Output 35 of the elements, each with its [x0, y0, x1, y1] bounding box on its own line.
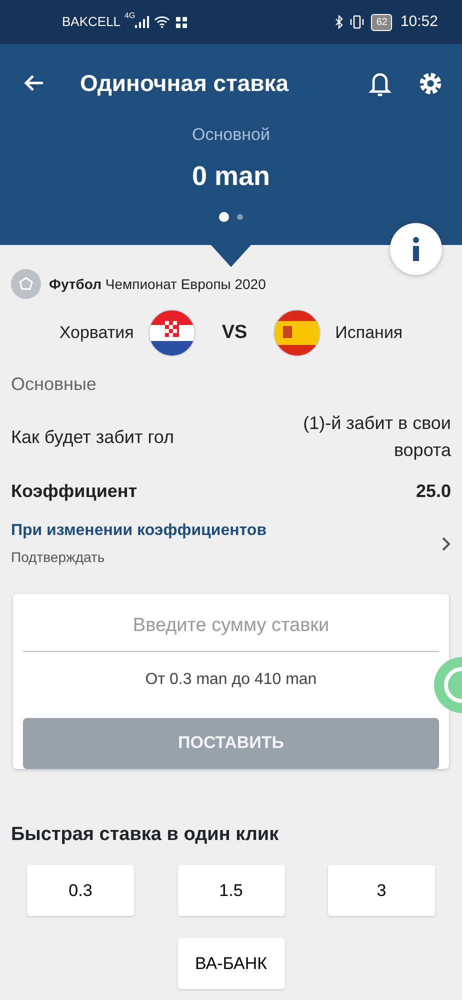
quick-bet-button[interactable]: 3	[328, 865, 435, 916]
signal-icon	[135, 16, 150, 28]
quick-bet-button[interactable]: 1.5	[178, 865, 284, 916]
setting-title: При изменении коэффициентов	[11, 521, 267, 541]
soccer-ball-icon	[11, 269, 41, 299]
quick-bet-button[interactable]: 0.3	[27, 865, 134, 916]
row-value: (1)-й забит в свои ворота	[302, 412, 451, 462]
quick-bet-button[interactable]: ВА-БАНК	[178, 938, 284, 989]
balance-amount: 0 man	[190, 160, 272, 192]
wifi-icon	[154, 16, 170, 28]
team-name: Хорватия	[59, 322, 134, 344]
clock: 10:52	[400, 12, 438, 32]
row-label: Коэффициент	[11, 480, 138, 503]
screen-title: Одиночная ставка	[80, 68, 290, 98]
flag-icon	[148, 309, 196, 357]
stake-limits: От 0.3 man до 410 man	[144, 670, 318, 690]
row-value: 25.0	[416, 480, 451, 503]
setting-value: Подтверждать	[11, 548, 106, 567]
versus-label: VS	[222, 320, 248, 345]
event-title: Футбол Чемпионат Европы 2020	[49, 274, 266, 294]
balance-label: Основной	[191, 124, 271, 146]
info-button[interactable]	[390, 223, 442, 275]
bluetooth-icon	[335, 15, 344, 29]
chevron-right-icon	[441, 536, 451, 552]
apps-icon	[176, 16, 188, 28]
team-name: Испания	[335, 322, 403, 344]
network-type: 4G	[124, 12, 136, 20]
section-heading: Основные	[11, 373, 98, 396]
quick-bet-title: Быстрая ставка в один клик	[11, 822, 280, 846]
odds-change-setting[interactable]: При изменении коэффициентов Подтверждать	[11, 519, 451, 568]
row-label: Как будет забит гол	[11, 426, 174, 449]
vibrate-icon	[349, 15, 366, 29]
info-icon	[411, 237, 421, 261]
carrier-name: BAKCELL	[62, 13, 121, 32]
battery-indicator: 62	[371, 14, 392, 30]
